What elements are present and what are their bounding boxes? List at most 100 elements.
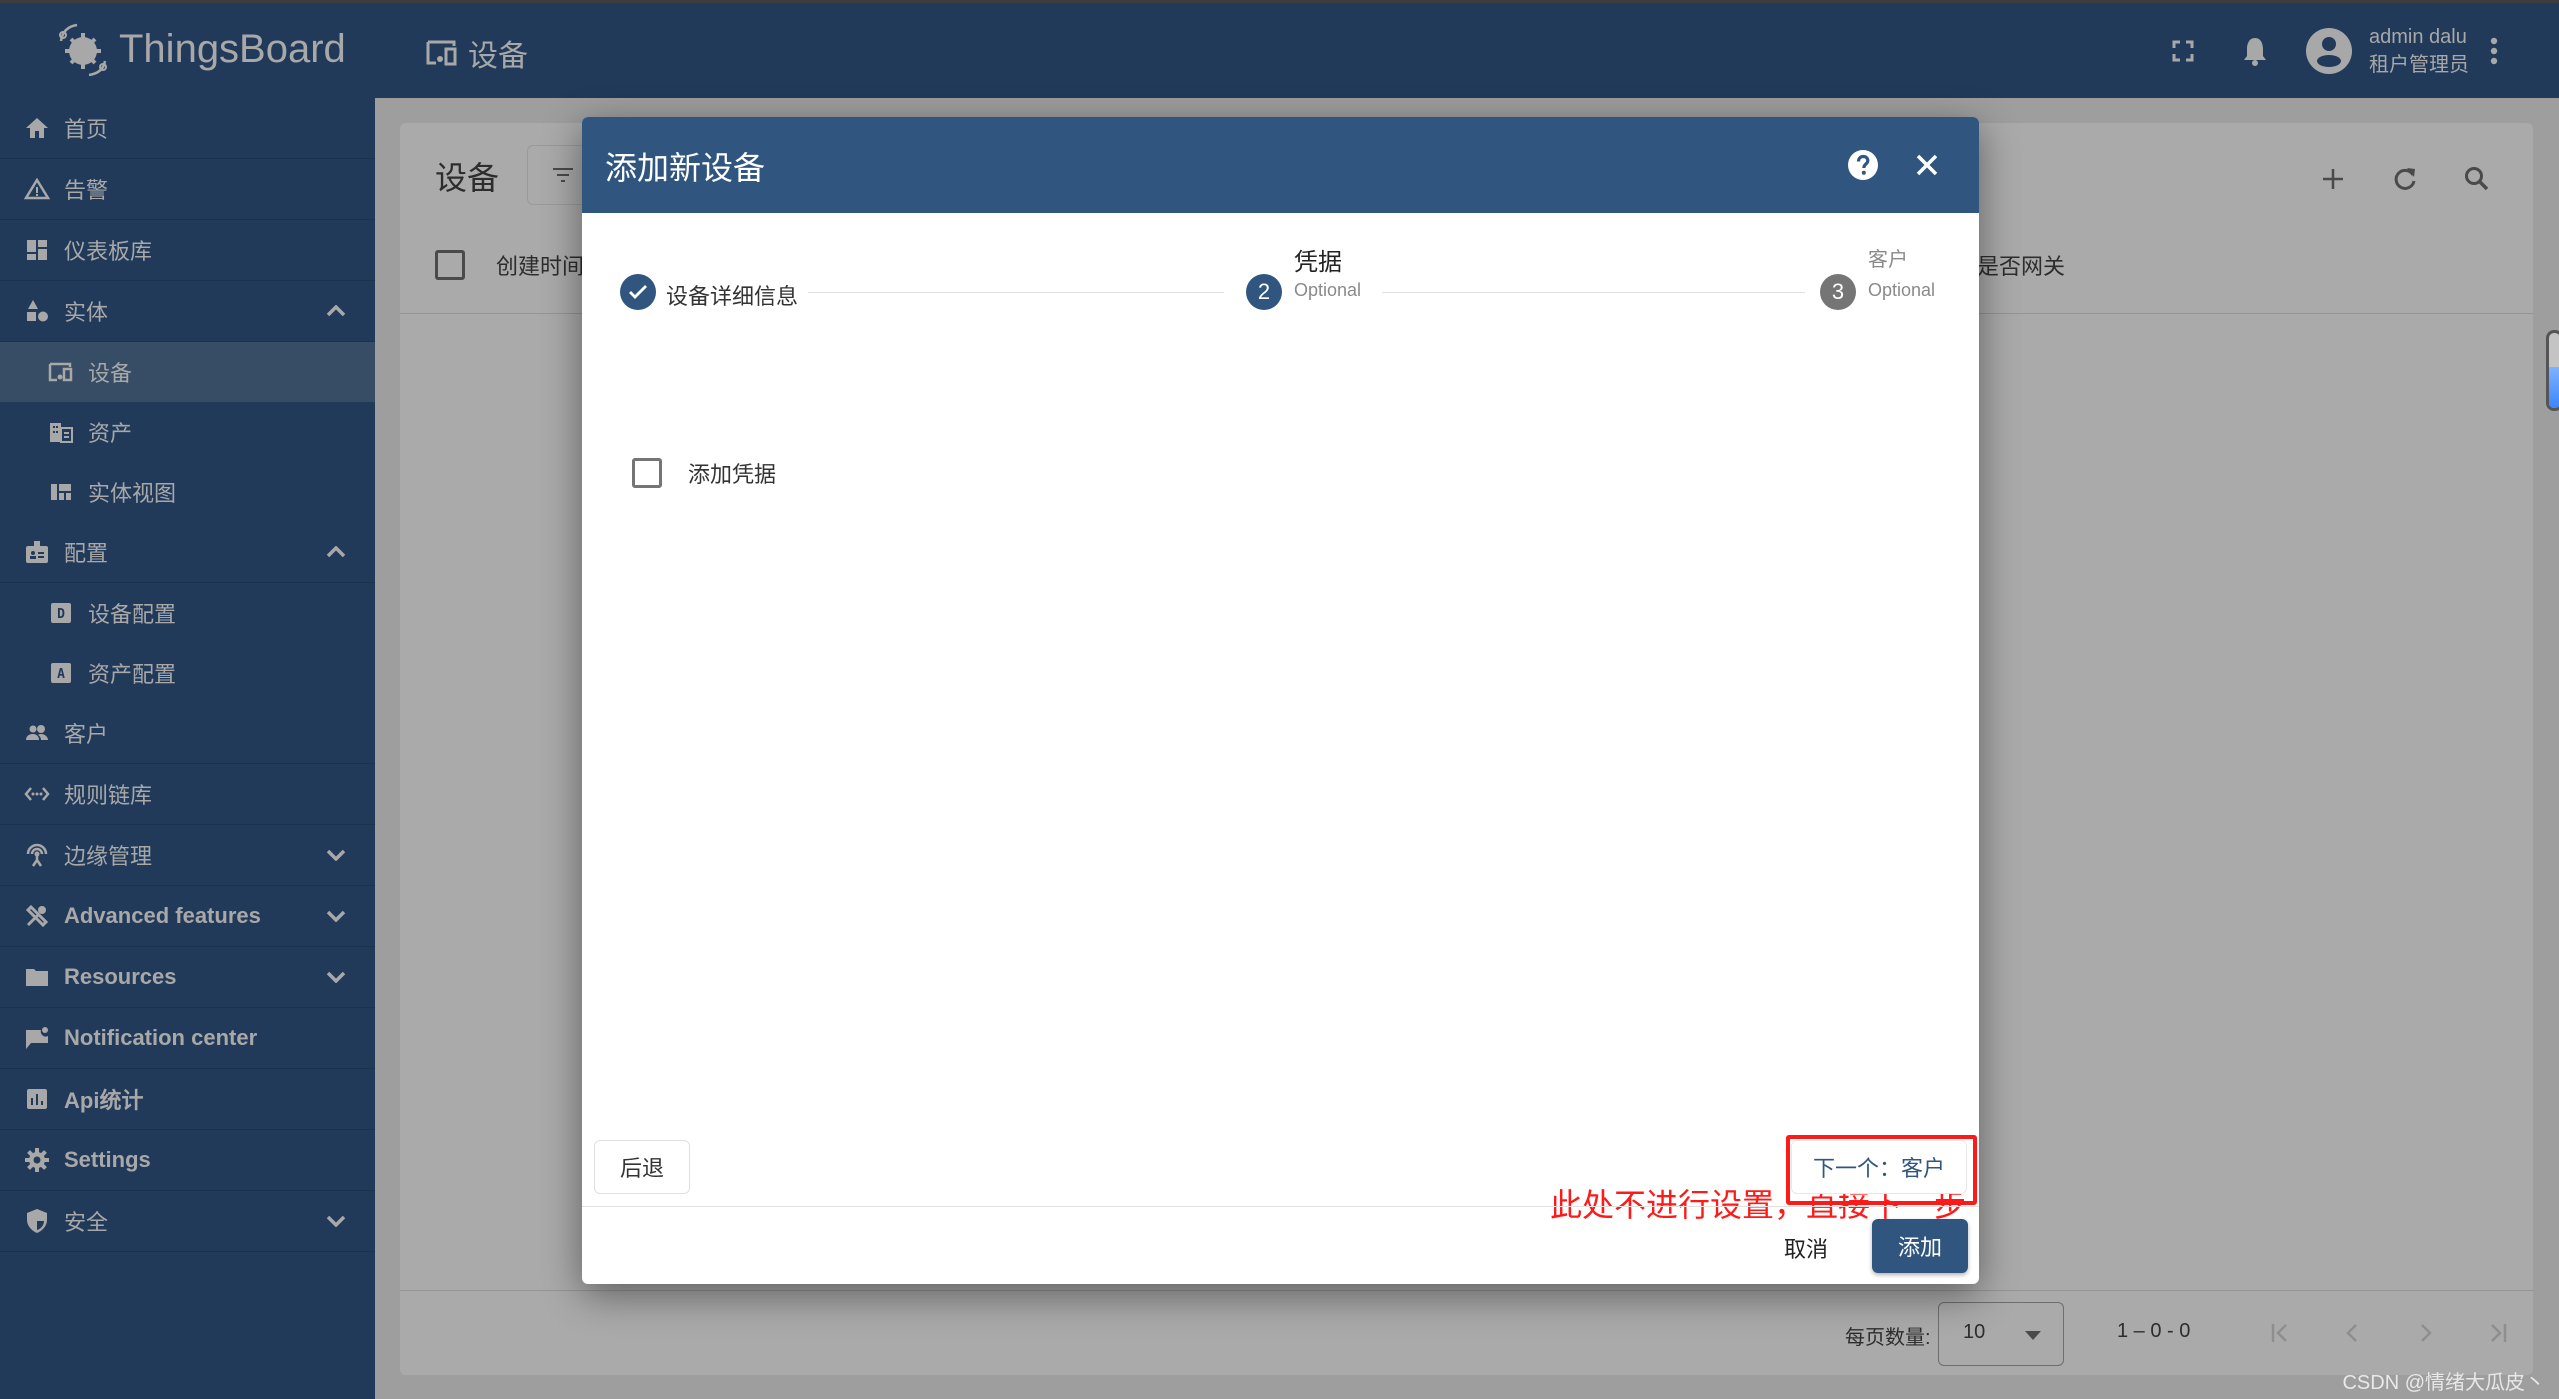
step-1-indicator[interactable]	[620, 274, 656, 310]
annotation-highlight-box	[1786, 1135, 1977, 1205]
step-1-label[interactable]: 设备详细信息	[666, 279, 798, 311]
sidebar-item-profiles[interactable]: 配置	[0, 522, 375, 583]
first-page-button[interactable]	[2245, 1305, 2317, 1361]
search-icon	[2465, 167, 2489, 191]
chevron-up-icon[interactable]	[321, 537, 351, 567]
step-number: 2	[1257, 279, 1271, 304]
devices-icon	[46, 357, 76, 387]
first-page-icon	[2271, 1324, 2287, 1342]
sidebar-item-label: Notification center	[64, 1025, 258, 1050]
sidebar-item-label: 资产	[88, 421, 133, 446]
next-page-button[interactable]	[2389, 1305, 2461, 1361]
folder-icon	[22, 962, 52, 992]
sidebar-item-entity-views[interactable]: 实体视图	[0, 462, 375, 522]
sidebar-item-devices[interactable]: 设备	[0, 342, 375, 402]
fullscreen-button[interactable]	[2147, 21, 2219, 81]
more-vert-icon	[2490, 37, 2498, 65]
column-header-is-gateway[interactable]: 是否网关	[1977, 249, 2065, 281]
sidebar: 首页 告警 仪表板库 实体 设备 资产 实体视图 配置 D 设备配置 A 资产配…	[0, 98, 375, 1399]
add-credentials-checkbox[interactable]	[632, 458, 662, 488]
category-icon	[22, 296, 52, 326]
close-icon	[1916, 154, 1938, 176]
sidebar-item-resources[interactable]: Resources	[0, 947, 375, 1008]
search-button[interactable]	[2441, 149, 2513, 209]
step-2-label[interactable]: 凭据	[1294, 242, 1342, 277]
sidebar-item-label: 客户	[64, 722, 109, 747]
chevron-down-icon[interactable]	[321, 840, 351, 870]
sidebar-item-label: 规则链库	[64, 783, 153, 808]
select-all-checkbox[interactable]	[435, 250, 465, 280]
sidebar-item-dashboards[interactable]: 仪表板库	[0, 220, 375, 281]
brand-logo[interactable]: ThingsBoard	[55, 21, 346, 77]
page-title: 设备	[424, 31, 528, 75]
sidebar-item-edge-management[interactable]: 边缘管理	[0, 825, 375, 886]
page-size-select[interactable]: 10	[1938, 1302, 2064, 1366]
step-3-indicator[interactable]: 3	[1820, 274, 1856, 310]
vertical-scrollbar[interactable]	[2546, 330, 2559, 411]
sidebar-item-asset-profiles[interactable]: A 资产配置	[0, 643, 375, 703]
sidebar-item-security[interactable]: 安全	[0, 1191, 375, 1252]
previous-page-button[interactable]	[2317, 1305, 2389, 1361]
step-connector	[1382, 292, 1805, 293]
account-circle-icon	[2306, 28, 2352, 74]
svg-text:A: A	[57, 667, 65, 682]
close-button[interactable]	[1911, 149, 1943, 181]
last-page-button[interactable]	[2461, 1305, 2533, 1361]
card-title: 设备	[435, 160, 500, 196]
add-credentials-label: 添加凭据	[688, 462, 777, 487]
sidebar-item-api-usage[interactable]: Api统计	[0, 1069, 375, 1130]
sidebar-item-home[interactable]: 首页	[0, 98, 375, 159]
chevron-down-icon[interactable]	[321, 1206, 351, 1236]
help-button[interactable]	[1847, 149, 1879, 181]
fullscreen-icon	[2172, 40, 2194, 62]
more-menu-button[interactable]	[2469, 21, 2519, 81]
thingsboard-logo-icon	[59, 23, 107, 77]
user-menu[interactable]: admin dalu 租户管理员	[2305, 23, 2469, 79]
add-device-dialog: 添加新设备 设备详细信息 2 凭据 Optional 3 客户 Optional…	[582, 117, 1979, 1284]
device-profile-icon: D	[46, 598, 76, 628]
devices-icon	[426, 40, 457, 66]
sidebar-item-entities[interactable]: 实体	[0, 281, 375, 342]
back-button[interactable]: 后退	[594, 1140, 690, 1194]
chevron-down-icon[interactable]	[321, 962, 351, 992]
sidebar-item-label: Advanced features	[64, 903, 261, 928]
dashboard-icon	[22, 235, 52, 265]
sidebar-item-label: 边缘管理	[64, 844, 153, 869]
add-credentials-row[interactable]: 添加凭据	[632, 457, 776, 489]
dialog-title: 添加新设备	[605, 150, 766, 186]
chevron-up-icon[interactable]	[321, 296, 351, 326]
user-role: 租户管理员	[2369, 54, 2469, 76]
sidebar-item-device-profiles[interactable]: D 设备配置	[0, 583, 375, 643]
chevron-right-icon	[2421, 1324, 2432, 1342]
chevron-left-icon	[2346, 1324, 2357, 1342]
sidebar-item-assets[interactable]: 资产	[0, 402, 375, 462]
help-icon	[1848, 150, 1878, 180]
step-2-optional: Optional	[1294, 280, 1362, 300]
sidebar-item-notification-center[interactable]: Notification center	[0, 1008, 375, 1069]
svg-text:D: D	[57, 607, 65, 622]
sidebar-item-advanced-features[interactable]: Advanced features	[0, 886, 375, 947]
sidebar-item-label: 仪表板库	[64, 239, 153, 264]
refresh-button[interactable]	[2369, 149, 2441, 209]
supervisor-account-icon	[22, 718, 52, 748]
sidebar-item-customers[interactable]: 客户	[0, 703, 375, 764]
last-page-icon	[2491, 1324, 2507, 1342]
sidebar-item-rule-chains[interactable]: 规则链库	[0, 764, 375, 825]
cancel-button[interactable]: 取消	[1758, 1221, 1854, 1275]
page-title-text: 设备	[468, 40, 528, 73]
notifications-button[interactable]	[2219, 21, 2291, 81]
user-name: admin dalu	[2369, 26, 2467, 48]
sidebar-item-settings[interactable]: Settings	[0, 1130, 375, 1191]
sidebar-item-label: 告警	[64, 178, 109, 203]
column-header-created-time[interactable]: 创建时间	[496, 249, 584, 281]
step-3-label[interactable]: 客户	[1868, 243, 1908, 272]
bell-icon	[2244, 38, 2266, 66]
add-button[interactable]: 添加	[1872, 1219, 1968, 1273]
step-2-indicator[interactable]: 2	[1246, 274, 1282, 310]
step-3-optional: Optional	[1868, 280, 1936, 300]
chevron-down-icon[interactable]	[321, 901, 351, 931]
add-device-button[interactable]	[2297, 149, 2369, 209]
sidebar-item-label: 设备配置	[88, 602, 177, 627]
sidebar-item-alarms[interactable]: 告警	[0, 159, 375, 220]
sidebar-item-label: 首页	[64, 117, 109, 142]
